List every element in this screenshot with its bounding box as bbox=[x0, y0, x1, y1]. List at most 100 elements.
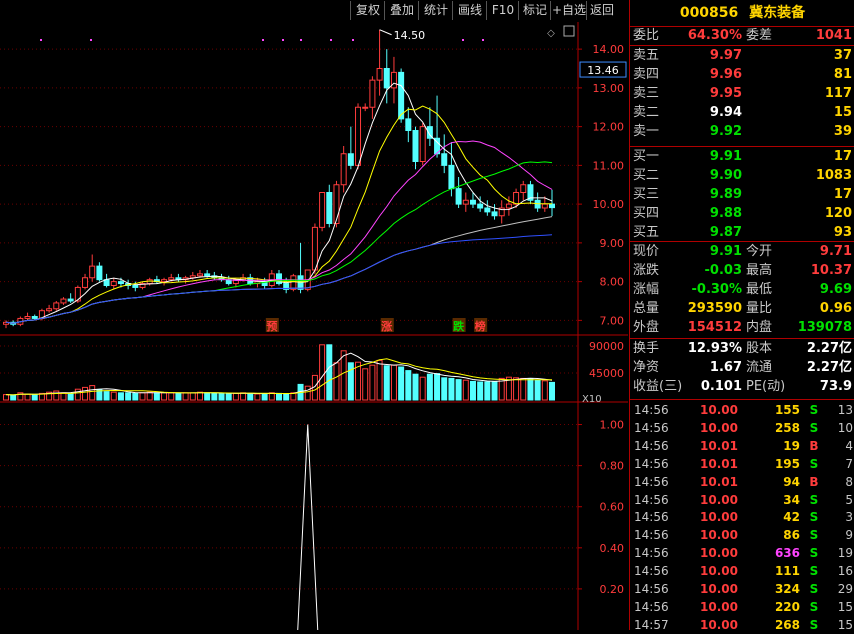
tick-price: 10.00 bbox=[700, 420, 738, 435]
toolbar-button-2[interactable]: 统计 bbox=[418, 1, 453, 20]
tick-row: 14:56 10.00 86 S 9 bbox=[630, 526, 854, 544]
tick-price: 10.00 bbox=[700, 510, 738, 525]
ask-row: 卖二 9.94 15 bbox=[630, 104, 854, 122]
quote-value: 9.91 bbox=[709, 244, 742, 259]
volume-bar bbox=[434, 373, 441, 401]
toolbar-button-3[interactable]: 画线 bbox=[452, 1, 487, 20]
tick-side: S bbox=[809, 564, 819, 579]
fundamental-row: 收益(三) 0.101 PE(动) 73.9 bbox=[630, 378, 854, 396]
toolbar-button-5[interactable]: 标记 bbox=[518, 1, 551, 20]
price-tick-label: 10.00 bbox=[593, 198, 625, 211]
candle-body bbox=[513, 192, 520, 205]
quote-label: 最高 bbox=[746, 263, 773, 278]
event-marker[interactable]: 涨 bbox=[381, 319, 392, 333]
candle-body bbox=[311, 226, 318, 271]
volume-bar bbox=[462, 379, 469, 401]
tick-price: 10.01 bbox=[700, 438, 738, 453]
fundamental-value: 1.67 bbox=[709, 360, 742, 375]
candle-body bbox=[477, 203, 484, 209]
tick-row: 14:56 10.00 155 S 13 bbox=[630, 401, 854, 419]
volume-bar bbox=[276, 392, 282, 401]
bid-row: 买二 9.90 1083 bbox=[630, 167, 854, 185]
volume-bar bbox=[196, 391, 203, 401]
ask-label: 卖二 bbox=[633, 105, 660, 120]
tick-volume: 155 bbox=[774, 403, 800, 417]
chart-toolbar: 复权 叠加 统计 画线 F10 标记 +自选 返回 bbox=[0, 0, 628, 22]
volume-bar bbox=[398, 366, 405, 401]
tick-count: 15 bbox=[837, 617, 853, 632]
quote-value: 154512 bbox=[687, 320, 742, 335]
price-tick-label: 12.00 bbox=[593, 121, 625, 134]
ask-row: 卖四 9.96 81 bbox=[630, 66, 854, 84]
indicator-tick-label: 0.60 bbox=[600, 501, 625, 514]
panel-toggle-icon[interactable] bbox=[563, 25, 575, 37]
bid-volume: 17 bbox=[833, 187, 852, 202]
candle-body bbox=[89, 265, 96, 279]
fundamental-row: 换手 12.93% 股本 2.27亿 bbox=[630, 340, 854, 358]
diamond-icon[interactable]: ◇ bbox=[547, 28, 555, 39]
volume-bar bbox=[383, 365, 390, 401]
toolbar-button-1[interactable]: 叠加 bbox=[384, 1, 419, 20]
ask-price: 9.96 bbox=[709, 67, 742, 82]
candle-body bbox=[347, 153, 354, 166]
bid-volume: 17 bbox=[833, 149, 852, 164]
tick-side: B bbox=[809, 474, 819, 489]
candle-body bbox=[24, 316, 31, 319]
event-marker[interactable]: 跌 bbox=[453, 319, 465, 333]
chart-area[interactable]: 14.00 13.00 12.00 11.00 10.00 9.00 8.00 7.00 13.… bbox=[0, 22, 628, 631]
tick-row: 14:56 10.00 636 S 19 bbox=[630, 544, 854, 562]
divider bbox=[630, 45, 854, 46]
tick-time: 14:56 bbox=[634, 582, 669, 596]
high-annotation: 14.50 bbox=[394, 29, 426, 42]
fundamental-label: 流通 bbox=[746, 360, 773, 375]
candle-body bbox=[168, 277, 175, 281]
signal-dot bbox=[90, 39, 92, 41]
bid-label: 买四 bbox=[633, 206, 660, 221]
ask-label: 卖三 bbox=[633, 86, 660, 101]
bid-volume: 1083 bbox=[815, 168, 852, 183]
volume-bar bbox=[491, 380, 498, 401]
tick-side: S bbox=[809, 403, 819, 417]
stock-title: 000856 冀东装备 bbox=[630, 0, 854, 26]
ask-volume: 81 bbox=[833, 67, 852, 82]
tick-price: 10.00 bbox=[700, 528, 738, 543]
volume-bar bbox=[326, 344, 333, 401]
tick-price: 10.00 bbox=[700, 599, 738, 614]
volume-bar bbox=[110, 391, 117, 401]
event-marker[interactable]: 榜 bbox=[475, 319, 486, 333]
candle-body bbox=[31, 316, 38, 319]
signal-dot bbox=[462, 39, 464, 41]
tick-time: 14:56 bbox=[634, 546, 669, 561]
bid-price: 9.88 bbox=[709, 206, 742, 221]
volume-bar bbox=[419, 376, 426, 401]
candle-body bbox=[419, 126, 426, 162]
toolbar-button-4[interactable]: F10 bbox=[486, 1, 519, 20]
quote-label: 最低 bbox=[746, 282, 773, 297]
volume-bar bbox=[304, 385, 311, 401]
volume-bar bbox=[541, 380, 548, 401]
tick-side: S bbox=[809, 599, 819, 614]
volume-bar bbox=[225, 393, 232, 401]
ma30-line bbox=[5, 161, 553, 324]
quote-value: -0.30% bbox=[691, 282, 743, 297]
volume-bar bbox=[448, 377, 455, 401]
event-marker[interactable]: 预 bbox=[266, 319, 277, 333]
tick-row: 14:56 10.00 324 S 29 bbox=[630, 580, 854, 598]
toolbar-button-0[interactable]: 复权 bbox=[350, 1, 385, 20]
toolbar-button-7[interactable]: 返回 bbox=[586, 1, 617, 20]
fundamental-label: 股本 bbox=[746, 341, 773, 356]
volume-bar bbox=[204, 392, 211, 401]
candle-body bbox=[376, 68, 383, 81]
candle-body bbox=[412, 130, 419, 162]
tick-time: 14:56 bbox=[634, 438, 669, 453]
candle-body bbox=[441, 153, 448, 166]
toolbar-button-6[interactable]: +自选 bbox=[550, 1, 587, 20]
quote-label: 外盘 bbox=[633, 320, 660, 335]
candle-body bbox=[484, 207, 491, 213]
volume-bar bbox=[211, 392, 218, 401]
quote-label: 内盘 bbox=[746, 320, 773, 335]
divider bbox=[630, 146, 854, 147]
bid-row: 买四 9.88 120 bbox=[630, 205, 854, 223]
kline-chart-svg[interactable]: 14.00 13.00 12.00 11.00 10.00 9.00 8.00 7.00 13.… bbox=[0, 22, 628, 631]
tick-time: 14:57 bbox=[634, 617, 669, 632]
